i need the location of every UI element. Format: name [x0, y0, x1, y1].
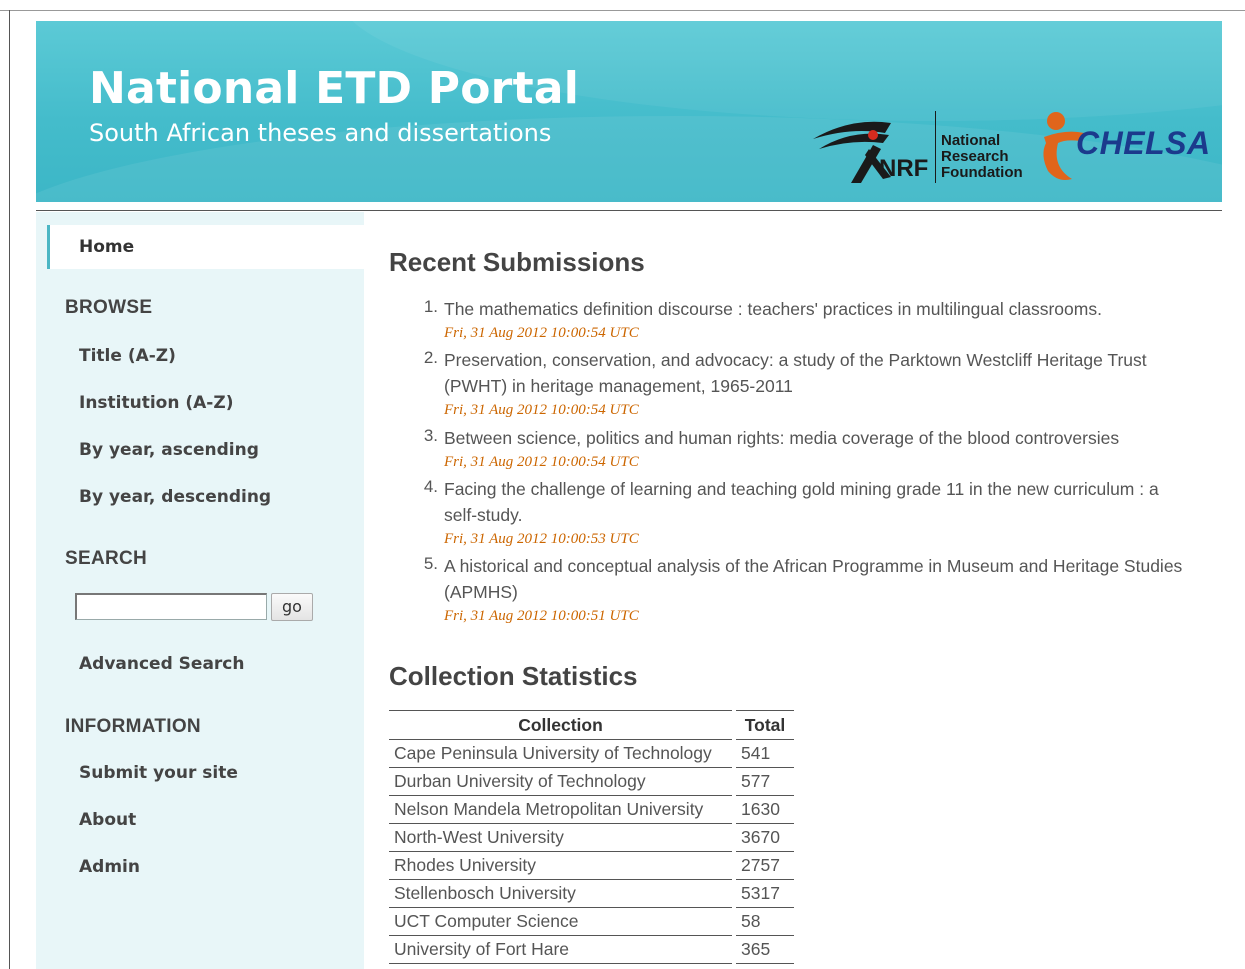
collection-name: University of Fort Hare [389, 935, 734, 964]
collection-name: North-West University [389, 823, 734, 852]
list-item-number: 5. [423, 554, 438, 573]
column-header-collection: Collection [389, 710, 734, 740]
list-item-number: 1. [423, 297, 438, 316]
submission-date: Fri, 31 Aug 2012 10:00:54 UTC [444, 325, 639, 341]
submission-date: Fri, 31 Aug 2012 10:00:53 UTC [444, 531, 639, 547]
site-title[interactable]: National ETD Portal [89, 63, 579, 114]
sidebar-item-home-label: Home [79, 237, 135, 257]
collection-total: 5317 [732, 879, 794, 908]
collection-name: Nelson Mandela Metropolitan University [389, 795, 734, 824]
browse-heading: BROWSE [65, 297, 153, 318]
browse-link-title[interactable]: Title (A-Z) [79, 346, 176, 366]
nrf-divider [935, 111, 936, 183]
nrf-line-2: Research [941, 148, 1009, 165]
nrf-logo-text: National Research Foundation [941, 133, 1023, 181]
collection-total: 58 [732, 907, 794, 936]
recent-submissions-heading: Recent Submissions [389, 247, 645, 277]
collection-name: Stellenbosch University [389, 879, 734, 908]
submission-title-link[interactable]: Between science, politics and human righ… [444, 426, 1194, 452]
collection-total: 541 [732, 739, 794, 768]
window-top-border [0, 10, 1245, 11]
info-link-about[interactable]: About [79, 810, 136, 830]
collection-name: UCT Computer Science [389, 907, 734, 936]
info-link-submit[interactable]: Submit your site [79, 763, 238, 783]
table-row: Stellenbosch University 5317 [389, 879, 794, 908]
table-row: University of Fort Hare 365 [389, 935, 794, 964]
table-row: Durban University of Technology 577 [389, 767, 794, 796]
collection-total: 577 [732, 767, 794, 796]
submission-date: Fri, 31 Aug 2012 10:00:54 UTC [444, 402, 639, 418]
site-header: National ETD Portal South African theses… [36, 21, 1222, 202]
header-divider [36, 210, 1222, 211]
column-header-total: Total [732, 710, 794, 740]
collection-name: Durban University of Technology [389, 767, 734, 796]
table-row: North-West University 3670 [389, 823, 794, 852]
window-left-border [9, 10, 10, 969]
collection-total: 365 [732, 935, 794, 964]
table-header-row: Collection Total [389, 710, 794, 740]
collection-total: 1630 [732, 795, 794, 824]
submission-date: Fri, 31 Aug 2012 10:00:54 UTC [444, 454, 639, 470]
submission-title-link[interactable]: Preservation, conservation, and advocacy… [444, 348, 1194, 399]
collection-statistics-heading: Collection Statistics [389, 661, 638, 691]
sidebar-item-home[interactable]: Home [47, 225, 364, 269]
submission-title-link[interactable]: The mathematics definition discourse : t… [444, 297, 1194, 323]
submission-title-link[interactable]: Facing the challenge of learning and tea… [444, 477, 1194, 528]
browse-link-year-asc[interactable]: By year, ascending [79, 440, 259, 460]
collection-name: Cape Peninsula University of Technology [389, 739, 734, 768]
nrf-line-1: National [941, 132, 1001, 149]
search-heading: SEARCH [65, 548, 148, 569]
chelsa-logo-text[interactable]: CHELSA [1076, 125, 1211, 162]
info-link-admin[interactable]: Admin [79, 857, 140, 877]
table-row: Rhodes University 2757 [389, 851, 794, 880]
search-go-button[interactable]: go [271, 593, 313, 621]
collection-statistics-table: Collection Total Cape Peninsula Universi… [389, 710, 794, 964]
sidebar [36, 212, 364, 969]
list-item-number: 4. [423, 477, 438, 496]
collection-total: 2757 [732, 851, 794, 880]
browse-link-year-desc[interactable]: By year, descending [79, 487, 271, 507]
site-subtitle: South African theses and dissertations [89, 119, 552, 147]
table-row: Nelson Mandela Metropolitan University 16… [389, 795, 794, 824]
browse-link-institution[interactable]: Institution (A-Z) [79, 393, 233, 413]
list-item-number: 3. [423, 426, 438, 445]
collection-total: 3670 [732, 823, 794, 852]
nrf-mark: NRF [879, 155, 928, 182]
list-item-number: 2. [423, 348, 438, 367]
table-row: UCT Computer Science 58 [389, 907, 794, 936]
advanced-search-link[interactable]: Advanced Search [79, 654, 244, 674]
search-input[interactable] [75, 593, 267, 620]
table-row: Cape Peninsula University of Technology 5… [389, 739, 794, 768]
nrf-line-3: Foundation [941, 164, 1023, 181]
collection-name: Rhodes University [389, 851, 734, 880]
submission-date: Fri, 31 Aug 2012 10:00:51 UTC [444, 608, 639, 624]
submission-title-link[interactable]: A historical and conceptual analysis of … [444, 554, 1194, 605]
information-heading: INFORMATION [65, 716, 201, 737]
